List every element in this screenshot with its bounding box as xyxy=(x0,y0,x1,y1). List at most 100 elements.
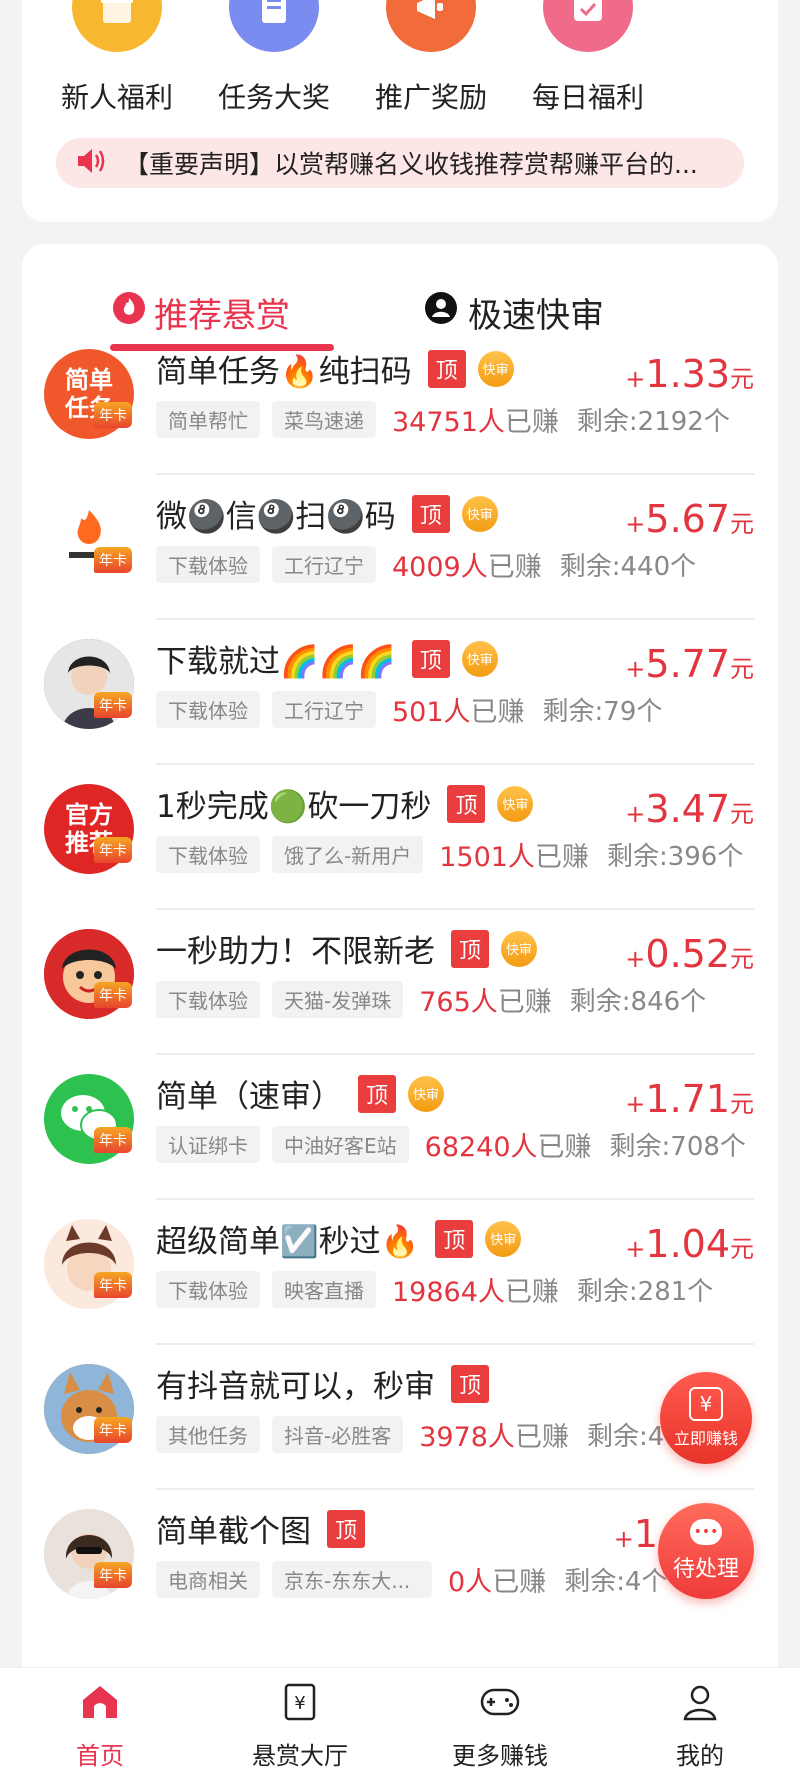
merchant-tag: 工行辽宁 xyxy=(272,690,376,728)
notice-bar[interactable]: 【重要声明】以赏帮赚名义收钱推荐赏帮赚平台的... xyxy=(56,138,744,188)
top-tag: 顶 xyxy=(451,929,489,968)
earned-suffix: 已赚 xyxy=(487,551,542,583)
remaining-count: 剩余:79个 xyxy=(542,696,663,727)
price-plus: + xyxy=(625,1090,646,1118)
price-amount: 5.67 xyxy=(645,497,730,541)
task-meta: 其他任务 抖音-必胜客 3978人 已赚 剩余:403个 xyxy=(156,1415,723,1453)
task-row[interactable]: 年卡 微🎱信🎱扫🎱码 顶 快审 下载体验 工行辽宁 4009人 已赚 剩余:440… xyxy=(22,475,778,620)
yen-icon: ¥ xyxy=(689,1387,723,1421)
earned-suffix: 已赚 xyxy=(534,841,589,873)
task-title-text: 超级简单☑️秒过🔥 xyxy=(156,1224,420,1260)
merchant-tag: 映客直播 xyxy=(272,1270,376,1308)
earned-count: 68240人 xyxy=(424,1131,538,1163)
task-title: 超级简单☑️秒过🔥 顶 快审 xyxy=(156,1216,522,1261)
price-unit: 元 xyxy=(730,1090,754,1118)
merchant-tag: 抖音-必胜客 xyxy=(272,1415,404,1453)
nav-home[interactable]: 首页 xyxy=(0,1676,200,1771)
gift-icon xyxy=(72,0,162,52)
nav-label: 更多赚钱 xyxy=(452,1742,548,1770)
task-meta: 下载体验 工行辽宁 4009人 已赚 剩余:440个 xyxy=(156,545,697,583)
task-row[interactable]: 简单任务 年卡 简单任务🔥纯扫码 顶 快审 简单帮忙 菜鸟速递 34751人 已赚… xyxy=(22,330,778,475)
bottom-nav: 首页 ¥ 悬赏大厅 更多赚钱 我的 xyxy=(0,1667,800,1777)
price-plus: + xyxy=(625,510,646,538)
task-title: 一秒助力！不限新老 顶 快审 xyxy=(156,926,537,971)
price-unit: 元 xyxy=(730,655,754,683)
price-amount: 1.71 xyxy=(645,1077,730,1121)
year-card-badge: 年卡 xyxy=(94,982,132,1008)
svg-text:¥: ¥ xyxy=(294,1693,305,1714)
quick-link-label: 新人福利 xyxy=(60,81,173,114)
price-plus: + xyxy=(613,1525,634,1553)
speaker-icon xyxy=(74,146,108,180)
reward-price: +0.52元 xyxy=(625,932,754,976)
earned-suffix: 已赚 xyxy=(504,1276,559,1308)
nav-label: 悬赏大厅 xyxy=(252,1742,348,1770)
category-tag: 认证绑卡 xyxy=(156,1125,260,1163)
task-card: 推荐悬赏 极速快审 简单任务 年卡 简单任务🔥纯扫码 顶 快审 简单帮忙 菜鸟速… xyxy=(22,244,778,1694)
earned-count: 19864人 xyxy=(392,1276,505,1308)
earned-count: 501人 xyxy=(392,696,471,728)
quick-link-label: 推广奖励 xyxy=(374,81,487,114)
category-tag: 下载体验 xyxy=(156,690,260,728)
top-tag: 顶 xyxy=(411,494,450,533)
task-meta: 电商相关 京东-东东大... 0人 已赚 剩余:4个 xyxy=(156,1560,668,1598)
earned-count: 0人 xyxy=(448,1566,493,1598)
year-card-badge: 年卡 xyxy=(94,547,132,573)
remaining-count: 剩余:440个 xyxy=(559,551,697,582)
remaining-count: 剩余:396个 xyxy=(606,841,744,872)
price-amount: 1 xyxy=(633,1512,658,1556)
task-meta: 认证绑卡 中油好客E站 68240人 已赚 剩余:708个 xyxy=(156,1125,746,1163)
task-title-text: 简单任务🔥纯扫码 xyxy=(156,354,412,390)
quick-link-label: 任务大奖 xyxy=(217,81,330,114)
task-title-text: 简单截个图 xyxy=(156,1514,311,1550)
remaining-count: 剩余:846个 xyxy=(569,986,707,1017)
task-row[interactable]: 官方推荐 年卡 1秒完成🟢砍一刀秒 顶 快审 下载体验 饿了么-新用户 1501… xyxy=(22,765,778,910)
price-amount: 5.77 xyxy=(645,642,730,686)
year-card-badge: 年卡 xyxy=(94,837,132,863)
merchant-tag: 饿了么-新用户 xyxy=(272,835,424,873)
earned-suffix: 已赚 xyxy=(470,696,525,728)
earned-count: 3978人 xyxy=(419,1421,515,1453)
task-meta: 简单帮忙 菜鸟速递 34751人 已赚 剩余:2192个 xyxy=(156,400,730,438)
nav-more-earnings[interactable]: 更多赚钱 xyxy=(400,1676,600,1771)
earn-now-button[interactable]: ¥ 立即赚钱 xyxy=(660,1372,752,1464)
price-plus: + xyxy=(625,800,646,828)
task-row[interactable]: 年卡 超级简单☑️秒过🔥 顶 快审 下载体验 映客直播 19864人 已赚 剩余:… xyxy=(22,1200,778,1345)
task-row[interactable]: 年卡 简单（速审） 顶 快审 认证绑卡 中油好客E站 68240人 已赚 剩余:7… xyxy=(22,1055,778,1200)
merchant-tag: 京东-东东大... xyxy=(272,1560,432,1598)
top-tag: 顶 xyxy=(435,1219,474,1258)
fast-review-badge: 快审 xyxy=(477,350,514,387)
task-row[interactable]: 年卡 一秒助力！不限新老 顶 快审 下载体验 天猫-发弹珠 765人 已赚 剩余:… xyxy=(22,910,778,1055)
year-card-badge: 年卡 xyxy=(94,1272,132,1298)
category-tag: 其他任务 xyxy=(156,1415,260,1453)
earned-count: 4009人 xyxy=(392,551,488,583)
price-amount: 1.04 xyxy=(645,1222,730,1266)
price-unit: 元 xyxy=(730,945,754,973)
nav-mine[interactable]: 我的 xyxy=(600,1676,800,1771)
quick-link-label: 每日福利 xyxy=(531,81,644,114)
earned-count: 765人 xyxy=(419,986,498,1018)
top-tag: 顶 xyxy=(427,349,466,388)
reward-price: +3.47元 xyxy=(625,787,754,831)
fast-review-badge: 快审 xyxy=(461,640,498,677)
task-meta: 下载体验 映客直播 19864人 已赚 剩余:281个 xyxy=(156,1270,713,1308)
category-tag: 电商相关 xyxy=(156,1560,260,1598)
pending-button[interactable]: ••• 待处理 xyxy=(658,1503,754,1599)
category-tag: 下载体验 xyxy=(156,1270,260,1308)
user-icon xyxy=(680,1682,720,1722)
price-plus: + xyxy=(625,655,646,683)
task-row[interactable]: 年卡 下载就过🌈🌈🌈 顶 快审 下载体验 工行辽宁 501人 已赚 剩余:79个 … xyxy=(22,620,778,765)
reward-price: +1.33元 xyxy=(625,352,754,396)
price-unit: 元 xyxy=(730,800,754,828)
task-title: 1秒完成🟢砍一刀秒 顶 快审 xyxy=(156,781,534,826)
nav-bounty-hall[interactable]: ¥ 悬赏大厅 xyxy=(200,1676,400,1771)
home-icon xyxy=(80,1682,120,1722)
price-unit: 元 xyxy=(730,1235,754,1263)
top-tag: 顶 xyxy=(327,1509,365,1548)
remaining-count: 剩余:2192个 xyxy=(576,406,730,437)
year-card-badge: 年卡 xyxy=(94,1562,132,1588)
user-circle-icon xyxy=(424,291,458,334)
nav-label: 我的 xyxy=(676,1742,724,1770)
price-plus: + xyxy=(625,1235,646,1263)
task-meta: 下载体验 饿了么-新用户 1501人 已赚 剩余:396个 xyxy=(156,835,744,873)
